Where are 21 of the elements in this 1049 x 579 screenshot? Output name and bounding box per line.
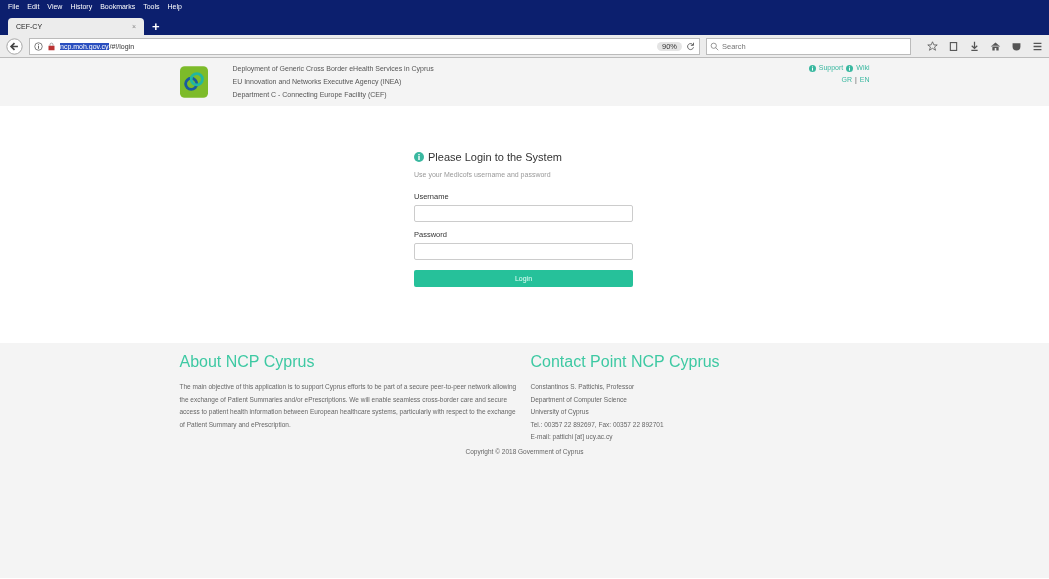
download-icon[interactable] <box>969 40 980 52</box>
logo-icon <box>179 65 208 98</box>
shield-icon[interactable] <box>1011 40 1022 52</box>
input-field[interactable] <box>414 205 633 222</box>
menu-icon[interactable] <box>1032 40 1043 52</box>
info-icon <box>808 64 816 72</box>
clipboard-icon[interactable] <box>948 40 959 52</box>
info-icon[interactable] <box>34 41 43 51</box>
back-icon[interactable] <box>6 37 23 55</box>
info-icon <box>846 64 854 72</box>
search-icon <box>710 41 719 51</box>
new-tab-icon[interactable]: + <box>152 19 160 35</box>
input-field[interactable] <box>414 243 633 260</box>
lock-icon <box>47 41 56 51</box>
section-title: Contact Point NCP Cyprus <box>530 353 721 371</box>
section-title: About NCP Cyprus <box>179 353 316 371</box>
login-title: Please Login to the System <box>428 151 562 163</box>
star-icon[interactable] <box>927 40 938 52</box>
reload-icon[interactable] <box>686 41 695 51</box>
info-icon <box>414 152 424 162</box>
home-icon[interactable] <box>990 40 1001 52</box>
